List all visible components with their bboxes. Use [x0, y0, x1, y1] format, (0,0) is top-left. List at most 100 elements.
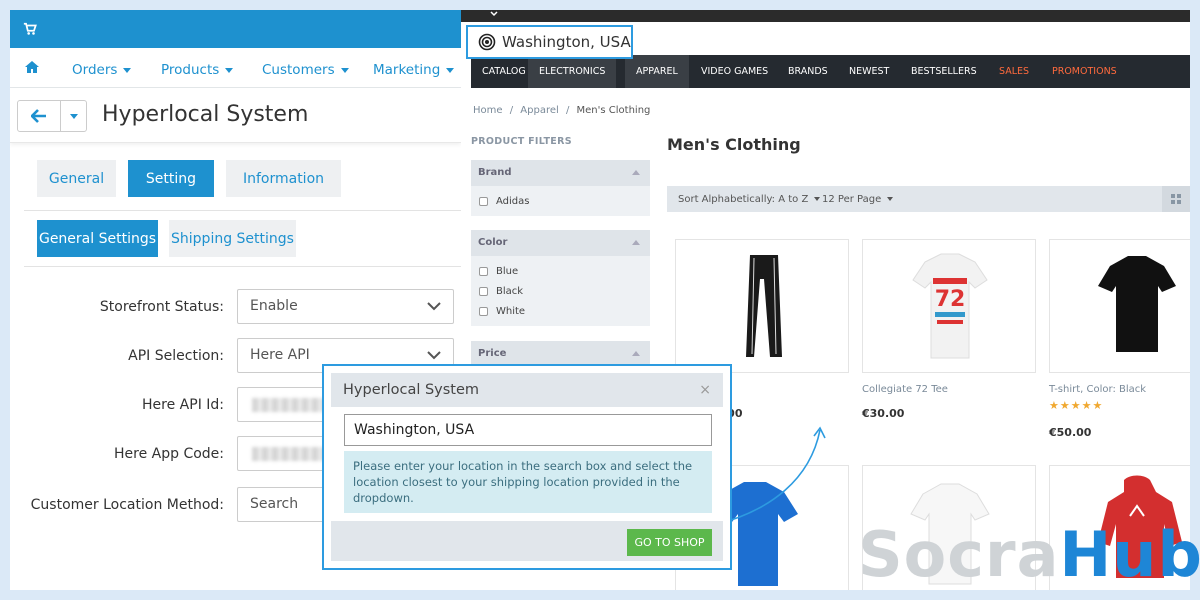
here-app-code-label: Here App Code: [113, 446, 224, 462]
nav-products[interactable]: Products [161, 62, 234, 78]
store-nav-apparel[interactable]: APPAREL [625, 55, 689, 88]
modal-header: Hyperlocal System × [331, 373, 723, 407]
filter-option-black[interactable]: Black [471, 281, 650, 301]
filter-color-header[interactable]: Color [471, 230, 650, 256]
product-card-collegiate-tee[interactable]: 72 [862, 239, 1036, 373]
breadcrumb-home[interactable]: Home [473, 105, 503, 116]
chevron-down-icon [69, 113, 78, 119]
chevron-down-icon [225, 67, 234, 73]
store-nav-brands[interactable]: BRANDS [777, 55, 839, 88]
store-nav-newest[interactable]: NEWEST [838, 55, 900, 88]
modal-info-message: Please enter your location in the search… [344, 451, 712, 513]
filter-price-label: Price [478, 348, 507, 359]
store-nav-electronics[interactable]: ELECTRONICS [528, 55, 617, 88]
close-icon[interactable]: × [699, 373, 711, 407]
chevron-up-icon [632, 170, 640, 175]
location-text: Washington, USA [502, 33, 631, 51]
nav-orders[interactable]: Orders [72, 62, 132, 78]
chevron-up-icon [632, 351, 640, 356]
location-target-icon [478, 33, 496, 51]
filter-option-white[interactable]: White [471, 301, 650, 321]
divider [24, 266, 461, 267]
product-name[interactable]: Collegiate 72 Tee [862, 384, 948, 395]
nav-marketing[interactable]: Marketing [373, 62, 455, 78]
filter-group-brand: Brand Adidas [471, 160, 650, 216]
product-card-black-tshirt[interactable] [1049, 239, 1190, 373]
store-nav-promotions[interactable]: PROMOTIONS [1041, 55, 1128, 88]
option-label: Black [496, 285, 524, 297]
store-nav-bestsellers[interactable]: BESTSELLERS [900, 55, 988, 88]
chevron-down-icon [814, 197, 821, 201]
filter-group-color: Color Blue Black White [471, 230, 650, 326]
go-to-shop-button[interactable]: GO TO SHOP [627, 529, 712, 556]
store-nav-catalog[interactable]: CATALOG [471, 55, 537, 88]
svg-text:72: 72 [935, 287, 966, 312]
per-page-value: 12 Per Page [822, 194, 882, 205]
store-nav-sales[interactable]: SALES [988, 55, 1040, 88]
customer-location-method-label: Customer Location Method: [30, 497, 224, 513]
cart-icon[interactable] [23, 22, 37, 36]
filter-brand-header[interactable]: Brand [471, 160, 650, 186]
admin-nav: Orders Products Customers Marketing [10, 48, 461, 88]
nav-customers-label: Customers [262, 62, 335, 78]
storefront-status-select[interactable]: Enable [237, 289, 454, 324]
chevron-down-icon [887, 197, 894, 201]
location-search-input[interactable]: Washington, USA [344, 414, 712, 446]
location-selector[interactable]: Washington, USA [466, 25, 633, 59]
api-selection-value: Here API [250, 347, 310, 363]
chevron-down-icon [123, 67, 132, 73]
option-label: Blue [496, 265, 519, 277]
tab-setting[interactable]: Setting [128, 160, 214, 197]
chevron-down-icon [446, 67, 455, 73]
checkbox[interactable] [479, 286, 488, 296]
socrahub-watermark-logo: SocraHub [858, 520, 1200, 590]
product-name[interactable]: T-shirt, Color: Black [1049, 384, 1146, 395]
tab-general[interactable]: General [37, 160, 116, 197]
filter-color-label: Color [478, 237, 508, 248]
product-card-track-pants[interactable] [675, 239, 849, 373]
filter-option-adidas[interactable]: Adidas [471, 191, 650, 211]
admin-header: Hyperlocal System [10, 88, 461, 143]
breadcrumb-separator: / [565, 105, 570, 116]
checkbox[interactable] [479, 306, 488, 316]
filter-brand-label: Brand [478, 167, 512, 178]
breadcrumb-current: Men's Clothing [576, 105, 651, 116]
chevron-down-icon[interactable] [489, 10, 499, 18]
admin-topbar [10, 10, 461, 48]
hyperlocal-modal: Hyperlocal System × Washington, USA Plea… [322, 364, 732, 570]
page-title: Hyperlocal System [102, 102, 309, 127]
nav-marketing-label: Marketing [373, 62, 441, 78]
product-image-black-tshirt [1098, 256, 1176, 352]
product-price: €30.00 [862, 407, 905, 420]
back-button-group [17, 100, 87, 132]
subtab-shipping-settings[interactable]: Shipping Settings [169, 220, 296, 257]
checkbox[interactable] [479, 196, 488, 206]
breadcrumb-separator: / [509, 105, 514, 116]
breadcrumb-apparel[interactable]: Apparel [520, 105, 559, 116]
store-topstrip [461, 10, 1190, 22]
option-label: Adidas [496, 195, 530, 207]
home-icon[interactable] [24, 59, 40, 75]
option-label: White [496, 305, 526, 317]
watermark-part1: Socra [858, 518, 1060, 591]
sort-bar: Sort Alphabetically: A to Z 12 Per Page [667, 186, 1190, 212]
modal-title: Hyperlocal System [343, 382, 480, 398]
nav-customers[interactable]: Customers [262, 62, 349, 78]
here-api-id-label: Here API Id: [142, 397, 224, 413]
tab-information[interactable]: Information [226, 160, 341, 197]
nav-orders-label: Orders [72, 62, 118, 78]
store-nav-video-games[interactable]: VIDEO GAMES [690, 55, 779, 88]
storefront-status-value: Enable [250, 298, 298, 314]
chevron-down-icon [427, 302, 441, 311]
back-button[interactable] [18, 101, 61, 131]
sort-select[interactable]: Sort Alphabetically: A to Z [678, 194, 821, 205]
nav-products-label: Products [161, 62, 220, 78]
back-dropdown-toggle[interactable] [61, 101, 86, 131]
filter-option-blue[interactable]: Blue [471, 261, 650, 281]
grid-view-button[interactable] [1162, 186, 1190, 212]
subtab-general-settings[interactable]: General Settings [37, 220, 158, 257]
per-page-select[interactable]: 12 Per Page [822, 194, 894, 205]
storefront-status-label: Storefront Status: [99, 299, 224, 315]
arrow-left-icon [31, 109, 46, 123]
checkbox[interactable] [479, 266, 488, 276]
